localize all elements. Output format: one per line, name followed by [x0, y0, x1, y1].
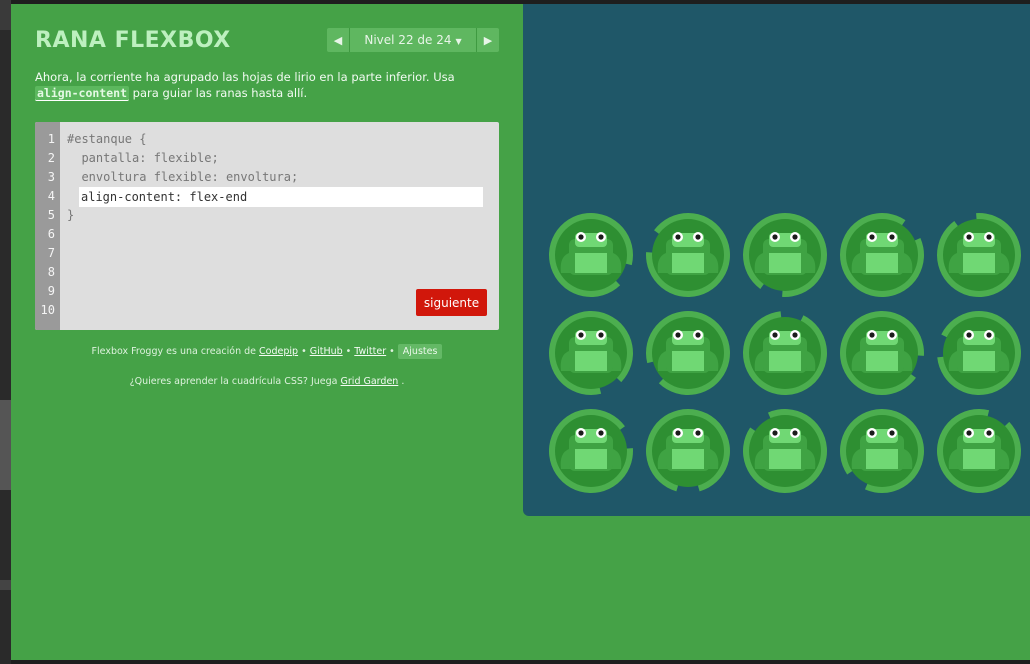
- level-indicator[interactable]: Nivel 22 de 24 ▼: [350, 33, 476, 47]
- background-window-strip: [0, 0, 11, 664]
- lilypad-icon: [840, 311, 924, 395]
- lilypad-cell: [642, 405, 742, 503]
- lilypad-cell: [739, 405, 839, 503]
- logo: RANA FLEXBOX: [35, 28, 231, 53]
- chevron-down-icon: ▼: [455, 37, 462, 46]
- triangle-right-icon: ▶: [483, 33, 493, 47]
- promo-prefix: ¿Quieres aprender la cuadrícula CSS? Jue…: [129, 376, 341, 387]
- credits: Flexbox Froggy es una creación de Codepi…: [35, 344, 499, 359]
- instructions-code: align-content: [35, 86, 130, 101]
- lilypad-cell: [739, 209, 839, 307]
- code-area: #estanque { pantalla: flexible; envoltur…: [67, 130, 491, 225]
- line-number: 4: [47, 189, 55, 203]
- code-line-5: }: [67, 208, 75, 222]
- lilypad-cell: [836, 405, 936, 503]
- lilypad-icon: [743, 311, 827, 395]
- line-number: 8: [47, 265, 55, 279]
- lilypad-cell: [836, 209, 936, 307]
- line-number: 1: [47, 132, 55, 146]
- line-number: 7: [47, 246, 55, 260]
- lilypad-cell: [545, 209, 645, 307]
- grid-garden-promo: ¿Quieres aprender la cuadrícula CSS? Jue…: [35, 376, 499, 387]
- lilypad-icon: [549, 213, 633, 298]
- lilypad-icon: [937, 409, 1021, 493]
- next-level-button[interactable]: ▶: [476, 28, 499, 52]
- instructions-text-2: para guiar las ranas hasta allí.: [129, 86, 308, 100]
- lilypad-icon: [840, 409, 924, 493]
- line-number: 6: [47, 227, 55, 241]
- code-line-2: pantalla: flexible;: [67, 151, 219, 165]
- github-link[interactable]: GitHub: [310, 346, 343, 357]
- lilypad-icon: [646, 311, 730, 395]
- level-navigation: ◀ Nivel 22 de 24 ▼ ▶: [327, 28, 499, 52]
- line-number: 9: [47, 284, 55, 298]
- lilypad-cell: [642, 209, 742, 307]
- code-editor: 1 2 3 4 5 6 7 8 9 10 #estanque { pantall…: [35, 122, 499, 330]
- line-number: 3: [47, 170, 55, 184]
- lilypad-cell: [642, 307, 742, 405]
- lilypad-icon: [549, 311, 633, 395]
- promo-suffix: .: [398, 376, 405, 387]
- line-number-gutter: 1 2 3 4 5 6 7 8 9 10: [35, 122, 60, 330]
- level-indicator-label: Nivel 22 de 24: [364, 33, 452, 47]
- grid-garden-link[interactable]: Grid Garden: [341, 376, 399, 387]
- lilypad-cell: [933, 209, 1030, 307]
- lilypad-cell: [933, 405, 1030, 503]
- lilypad-icon: [937, 311, 1021, 395]
- flexbox-froggy-app: RANA FLEXBOX ◀ Nivel 22 de 24 ▼ ▶ Ahora, …: [11, 4, 1030, 660]
- css-code-input[interactable]: [79, 187, 483, 207]
- lilypad-cell: [933, 307, 1030, 405]
- prev-level-button[interactable]: ◀: [327, 28, 350, 52]
- code-line-1: #estanque {: [67, 132, 147, 146]
- lilypad-icon: [743, 409, 827, 493]
- lilypad-icon: [646, 409, 730, 492]
- lilypad-cell: [545, 405, 645, 503]
- code-line-3: envoltura flexible: envoltura;: [67, 170, 299, 184]
- credits-prefix: Flexbox Froggy es una creación de: [91, 346, 260, 357]
- instructions-text-1: Ahora, la corriente ha agrupado las hoja…: [35, 70, 455, 84]
- line-number: 10: [40, 303, 55, 317]
- lilypad-icon: [743, 213, 827, 297]
- instructions: Ahora, la corriente ha agrupado las hoja…: [35, 69, 455, 101]
- codepip-link[interactable]: Codepip: [259, 346, 298, 357]
- lilypad-cell: [739, 307, 839, 405]
- triangle-left-icon: ◀: [333, 33, 343, 47]
- line-number: 2: [47, 151, 55, 165]
- lilypad-icon: [937, 213, 1021, 297]
- twitter-link[interactable]: Twitter: [354, 346, 386, 357]
- next-button[interactable]: siguiente: [416, 289, 487, 316]
- lilypad-icon: [646, 213, 730, 297]
- settings-button[interactable]: Ajustes: [397, 344, 443, 359]
- lilypad-icon: [840, 213, 924, 297]
- lilypad-cell: [836, 307, 936, 405]
- line-number: 5: [47, 208, 55, 222]
- lilypad-icon: [549, 409, 633, 493]
- pond: [523, 4, 1030, 516]
- lilypad-cell: [545, 307, 645, 405]
